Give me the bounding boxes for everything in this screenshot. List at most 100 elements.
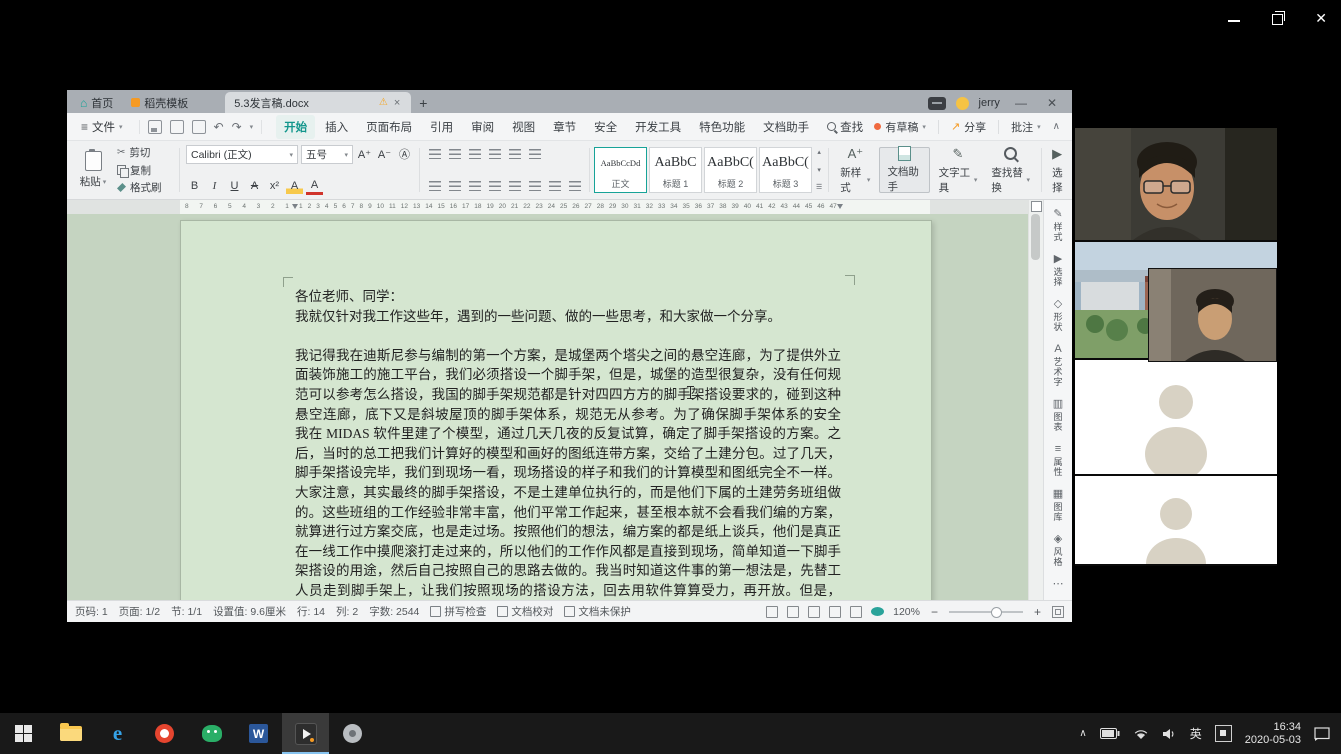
document-page[interactable]: 各位老师、同学： 我就仅针对我工作这些年，遇到的一些问题、做的一些思考，和大家做一…	[180, 220, 932, 600]
zoom-out-button[interactable]: −	[929, 605, 940, 619]
page-number[interactable]: 页码: 1	[75, 604, 108, 619]
outline-view-icon[interactable]	[829, 605, 842, 618]
menu-tab-review[interactable]: 审阅	[463, 115, 502, 139]
start-button[interactable]	[0, 713, 47, 754]
align-left-icon[interactable]	[426, 179, 443, 193]
taskbar-browser[interactable]	[141, 713, 188, 754]
paragraph-mark-icon[interactable]	[506, 147, 523, 161]
menu-tab-insert[interactable]: 插入	[317, 115, 356, 139]
action-center-icon[interactable]	[1314, 726, 1331, 741]
document-line[interactable]: 在一线工作中摸爬滚打走过来的，所以他们的工作作风都是直接到现场，简单知道一下脚手	[295, 542, 841, 562]
taskbar-meeting-app[interactable]	[329, 713, 376, 754]
superscript-button[interactable]: x²	[266, 178, 283, 194]
fullscreen-icon[interactable]	[766, 605, 779, 618]
file-menu[interactable]: ≡ 文件 ▾	[75, 119, 129, 135]
document-line[interactable]: 后，当时的总工把我们计算好的模型和画好的图纸连带方案，交给了土建分包。过了几天，	[295, 444, 841, 464]
copy-button[interactable]: 复制	[117, 164, 175, 178]
participant-inset-video[interactable]	[1148, 268, 1277, 362]
outdent-icon[interactable]	[466, 147, 483, 161]
shading-icon[interactable]	[546, 179, 563, 193]
panel-more[interactable]: ⋯	[1053, 578, 1064, 590]
align-center-icon[interactable]	[446, 179, 463, 193]
save-icon[interactable]	[147, 119, 162, 134]
menu-tab-page-layout[interactable]: 页面布局	[358, 115, 420, 139]
menu-tab-doc-assistant[interactable]: 文档助手	[755, 115, 817, 139]
document-line[interactable]: 脚手架搭设完毕，我们到现场一看，现场搭设的样子和我们的计算模型和图纸完全不一样。	[295, 463, 841, 483]
clear-format-button[interactable]: Ⓐ	[396, 147, 413, 163]
italic-button[interactable]: I	[206, 178, 223, 194]
wifi-icon[interactable]	[1133, 728, 1149, 740]
taskbar-word[interactable]: W	[235, 713, 282, 754]
text-tool-button[interactable]: ✎ 文字工具 ▾	[932, 144, 985, 196]
qat-dropdown-icon[interactable]: ▾	[250, 123, 254, 131]
undo-icon[interactable]: ↶	[214, 121, 224, 133]
menu-tab-references[interactable]: 引用	[422, 115, 461, 139]
gallery-more-icon[interactable]: ☰	[816, 183, 822, 192]
close-tab-icon[interactable]: ×	[392, 97, 402, 109]
collapse-ribbon-icon[interactable]: ∧	[1053, 121, 1060, 132]
tab-docer[interactable]: 稻壳模板	[122, 92, 197, 113]
zoom-slider[interactable]	[948, 606, 1023, 618]
paste-button[interactable]: 粘贴 ▾	[73, 144, 113, 196]
participant-video[interactable]	[1075, 476, 1277, 566]
proofread[interactable]: 文档校对	[497, 604, 553, 619]
draft-status[interactable]: 有草稿 ▾	[874, 119, 926, 135]
font-size-select[interactable]: 五号 ▾	[301, 145, 353, 164]
panel-styles[interactable]: ✎ 样式	[1052, 208, 1065, 242]
taskbar-media-player[interactable]	[282, 713, 329, 754]
align-justify-icon[interactable]	[486, 179, 503, 193]
document-canvas[interactable]: 各位老师、同学： 我就仅针对我工作这些年，遇到的一些问题、做的一些思考，和大家做一…	[67, 214, 1028, 600]
battery-icon[interactable]	[1099, 728, 1120, 739]
document-line[interactable]: 范可以参考怎么搭设，我国的脚手架规范都是针对四四方方的脚手架搭设要求的，碰到这种	[295, 385, 841, 405]
highlight-button[interactable]: A	[286, 178, 303, 194]
share-button[interactable]: ↗ 分享	[951, 119, 986, 135]
scrollbar-thumb[interactable]	[1031, 214, 1040, 260]
wps-close-icon[interactable]: ✕	[1042, 96, 1062, 110]
gallery-up-icon[interactable]: ▴	[816, 148, 822, 157]
document-line[interactable]: 面装饰施工的施工平台，我们必须搭设一个脚手架，但是，城堡的造型很复杂，没有任何规	[295, 365, 841, 385]
document-line[interactable]	[295, 326, 841, 346]
document-text[interactable]: 各位老师、同学： 我就仅针对我工作这些年，遇到的一些问题、做的一些思考，和大家做一…	[295, 287, 841, 600]
doc-assistant-button[interactable]: 文档助手	[879, 146, 930, 193]
style-normal[interactable]: AaBbCcDd 正文	[594, 147, 647, 193]
print-icon[interactable]	[169, 119, 184, 134]
eye-protection-icon[interactable]	[871, 607, 885, 616]
document-line[interactable]: 大家注意，其实最终的脚手架搭设，不是土建单位执行的，而是他们下属的土建劳务班组做	[295, 483, 841, 503]
style-heading3[interactable]: AaBbC(标题 3	[759, 147, 812, 193]
hidden-icons-chevron[interactable]: ∧	[1079, 728, 1086, 739]
speaker-icon[interactable]	[1162, 728, 1177, 740]
menu-tab-view[interactable]: 视图	[504, 115, 543, 139]
word-count[interactable]: 字数: 2544	[369, 604, 419, 619]
select-button[interactable]: ▶ 选择	[1046, 144, 1070, 196]
zoom-slider-knob[interactable]	[990, 606, 1002, 618]
user-name[interactable]: jerry	[979, 97, 1000, 109]
message-icon[interactable]	[927, 96, 946, 110]
style-heading2[interactable]: AaBbC(标题 2	[704, 147, 757, 193]
document-line[interactable]: 架搭设的用途，然后自己按照自己的思路去做的。我当时知道这件事的第一想法是，先替工	[295, 561, 841, 581]
document-line[interactable]: 各位老师、同学：	[295, 287, 841, 307]
strikethrough-button[interactable]: A	[246, 178, 263, 194]
new-style-button[interactable]: A⁺ 新样式 ▾	[833, 144, 877, 196]
ime-icon[interactable]	[1214, 725, 1232, 742]
document-line[interactable]: 就算进行过方案交底，也是走过场。按照他们的想法，编方案的都是纸上谈兵，他们是真正	[295, 522, 841, 542]
setting-value[interactable]: 设置值: 9.6厘米	[213, 604, 286, 619]
panel-chart[interactable]: ▥ 图表	[1052, 398, 1065, 432]
clock[interactable]: 16:34 2020-05-03	[1245, 721, 1301, 747]
gallery-down-icon[interactable]: ▾	[816, 166, 822, 175]
document-line[interactable]: 我记得我在迪斯尼参与编制的第一个方案，是城堡两个塔尖之间的悬空连廊，为了提供外立	[295, 346, 841, 366]
ruler-toggle-icon[interactable]	[1031, 201, 1042, 212]
close-icon[interactable]: ✕	[1315, 11, 1327, 25]
document-line[interactable]: 悬空连廊，底下又是斜坡屋顶的脚手架体系，规范无从参考。为了确保脚手架体系的安全性…	[295, 405, 841, 425]
tab-document[interactable]: 5.3发言稿.docx ⚠ ×	[225, 92, 412, 113]
panel-gallery[interactable]: ▦ 图库	[1052, 488, 1065, 522]
line-number[interactable]: 行: 14	[297, 604, 325, 619]
ruler[interactable]: 87654321 1 2 3 4 5 6 7 8 9 10 11 12 13 14 15 16 17 18 19 20…	[67, 200, 1028, 214]
restore-icon[interactable]	[1272, 11, 1286, 25]
indent-marker-left[interactable]	[292, 204, 298, 209]
menu-tab-home[interactable]: 开始	[276, 114, 316, 139]
wps-minimize-icon[interactable]: —	[1010, 96, 1032, 110]
underline-button[interactable]: U	[226, 178, 243, 194]
font-color-button[interactable]: A	[306, 179, 323, 195]
protection[interactable]: 文档未保护	[564, 604, 631, 619]
language-indicator[interactable]: 英	[1190, 725, 1202, 742]
